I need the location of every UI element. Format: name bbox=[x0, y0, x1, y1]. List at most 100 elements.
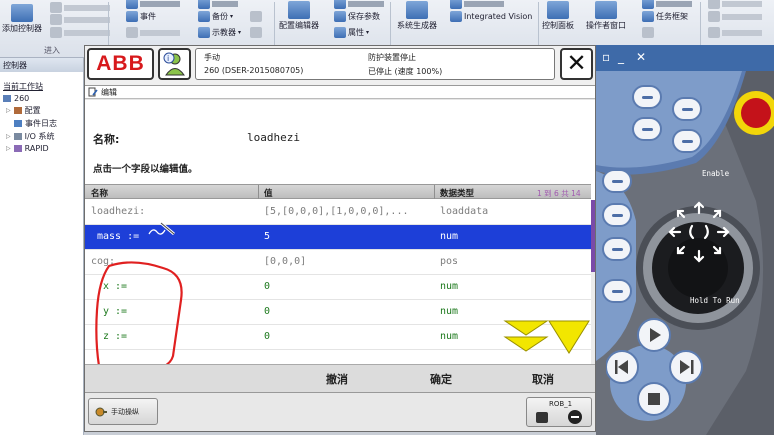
system-name: 260 (DSER-2015080705) bbox=[204, 66, 304, 75]
configuration-editor-button[interactable]: 配置编辑器 bbox=[279, 1, 319, 31]
minimize-icon[interactable]: ▫ bbox=[602, 50, 610, 64]
jogging-icon bbox=[95, 407, 107, 416]
task-frames-button[interactable]: 任务框架 bbox=[642, 11, 688, 22]
config-editor-icon bbox=[288, 1, 310, 19]
ribbon-dim-item bbox=[250, 11, 262, 22]
ribbon-dim-item bbox=[642, 27, 654, 38]
column-header-name: 名称 bbox=[91, 189, 109, 199]
toggle-axis-button[interactable] bbox=[602, 203, 632, 227]
scrollbar-thumb[interactable] bbox=[591, 200, 595, 272]
scroll-down-arrows[interactable] bbox=[503, 319, 591, 359]
hardware-title-bar: ▫ _ ✕ bbox=[596, 45, 774, 71]
expand-icon[interactable]: ▷ bbox=[6, 145, 11, 152]
integrated-vision-button[interactable]: Integrated Vision bbox=[450, 11, 532, 22]
column-header-value: 值 bbox=[264, 189, 273, 199]
ribbon-item-io[interactable] bbox=[126, 0, 180, 9]
operating-mode: 手动 bbox=[204, 53, 220, 62]
tree-item-configuration[interactable]: ▷ 配置 bbox=[0, 104, 83, 117]
tree-item-io-system[interactable]: ▷ I/O 系统 bbox=[0, 130, 83, 143]
save-params-icon bbox=[334, 11, 346, 22]
ribbon-item-restart[interactable] bbox=[198, 0, 238, 9]
ribbon-dim-item bbox=[126, 27, 180, 38]
add-controller-button[interactable]: 添加控制器 bbox=[2, 4, 42, 34]
table-header: 名称 值 数据类型 1 到 6 共 14 bbox=[85, 184, 591, 199]
mode-select-button[interactable] bbox=[602, 169, 632, 193]
table-row-selected[interactable]: mass := 5 num bbox=[85, 221, 591, 250]
tree-item-event-log[interactable]: 事件日志 bbox=[0, 117, 83, 130]
abb-menu-button[interactable]: ABB bbox=[87, 48, 154, 80]
window-title: 编辑 bbox=[101, 87, 117, 97]
key-1-button[interactable] bbox=[632, 85, 662, 109]
properties-icon bbox=[334, 27, 346, 38]
current-station-link[interactable]: 当前工作站 bbox=[0, 80, 83, 93]
command-bar: 撤消 确定 取消 bbox=[85, 364, 595, 392]
flexpendant-icon bbox=[198, 27, 210, 38]
undo-button[interactable]: 撤消 bbox=[326, 371, 348, 387]
expand-icon[interactable]: ▷ bbox=[6, 133, 11, 140]
expand-icon[interactable]: ▷ bbox=[6, 107, 11, 114]
ribbon-item-load-params[interactable] bbox=[334, 0, 384, 9]
svg-text:i: i bbox=[167, 54, 169, 63]
edit-icon bbox=[88, 87, 98, 97]
tree-item-controller[interactable]: 260 bbox=[0, 93, 83, 104]
key-2-button[interactable] bbox=[672, 97, 702, 121]
hint-text: 点击一个字段以编辑值。 bbox=[93, 164, 198, 175]
jogging-task-button[interactable]: 手动操纵 bbox=[88, 398, 158, 425]
rapid-icon bbox=[13, 145, 22, 152]
ribbon-dim-item bbox=[708, 0, 762, 9]
minus-button[interactable] bbox=[602, 279, 632, 303]
ribbon-dim-item bbox=[50, 2, 110, 13]
events-button[interactable]: 事件 bbox=[126, 11, 156, 22]
pendant-taskbar: 手动操纵 ROB_1 bbox=[85, 392, 595, 431]
system-builder-icon bbox=[406, 1, 428, 19]
vision-icon bbox=[450, 11, 462, 22]
stylus-cursor-icon bbox=[148, 221, 175, 236]
close-icon[interactable]: ✕ bbox=[636, 50, 646, 64]
properties-button[interactable]: 属性 ▾ bbox=[334, 27, 369, 38]
enable-label: Enable bbox=[702, 169, 730, 178]
name-value: loadhezi bbox=[247, 131, 300, 144]
tree-item-rapid[interactable]: ▷ RAPID bbox=[0, 143, 83, 154]
event-log-icon bbox=[14, 120, 22, 127]
events-icon bbox=[126, 11, 138, 22]
panel-title: 控制器 bbox=[0, 58, 83, 72]
minimize-icon[interactable]: _ bbox=[618, 50, 624, 64]
key-3-button[interactable] bbox=[632, 117, 662, 141]
flexpendant-button[interactable]: 示教器 ▾ bbox=[198, 27, 241, 38]
pendant-status-bar: ABB i 手动 260 (DSER-2015080705) 防护装置停止 已停… bbox=[85, 46, 659, 86]
window-title-bar: 编辑 bbox=[85, 86, 595, 99]
group-label-access: 进入 bbox=[44, 46, 60, 55]
controller-icon bbox=[11, 4, 33, 22]
toggle-incremental-button[interactable] bbox=[602, 237, 632, 261]
backup-button[interactable]: 备份 ▾ bbox=[198, 11, 233, 22]
column-header-type: 数据类型 bbox=[440, 189, 475, 199]
operator-window-icon bbox=[595, 1, 617, 19]
cancel-button[interactable]: 取消 bbox=[532, 371, 554, 387]
ribbon-dim-item bbox=[708, 11, 762, 22]
system-builder-button[interactable]: 系统生成器 bbox=[397, 1, 437, 31]
pendant-hardware: ▫ _ ✕ Enable Hold To Run bbox=[596, 45, 774, 435]
quickset-button[interactable]: ROB_1 bbox=[526, 397, 592, 427]
close-button[interactable]: ✕ bbox=[560, 48, 593, 80]
table-scrollbar[interactable] bbox=[591, 200, 595, 364]
controller-browser: 控制器 当前工作站 260 ▷ 配置 事件日志 ▷ I/O 系统 ▷ RAPID bbox=[0, 58, 84, 435]
control-panel-icon bbox=[547, 1, 569, 19]
user-button[interactable]: i bbox=[158, 48, 191, 80]
task-frames-icon bbox=[642, 11, 654, 22]
user-icon: i bbox=[163, 52, 185, 76]
ribbon-dim-item bbox=[50, 27, 110, 38]
joystick[interactable] bbox=[666, 199, 732, 265]
ok-button[interactable]: 确定 bbox=[430, 371, 452, 387]
ribbon-item-transfer[interactable] bbox=[450, 0, 504, 9]
save-parameters-button[interactable]: 保存参数 bbox=[334, 11, 380, 22]
key-4-button[interactable] bbox=[672, 129, 702, 153]
operator-window-button[interactable]: 操作者窗口 bbox=[586, 1, 626, 31]
ribbon-dim-item bbox=[50, 14, 110, 25]
hold-to-run-label: Hold To Run bbox=[690, 296, 740, 305]
ribbon-item-task[interactable] bbox=[642, 0, 692, 9]
guard-status: 防护装置停止 bbox=[368, 53, 416, 62]
io-icon bbox=[13, 133, 22, 140]
name-label: 名称: bbox=[93, 133, 120, 146]
control-panel-button[interactable]: 控制面板 bbox=[542, 1, 574, 31]
program-buttons bbox=[606, 318, 703, 416]
